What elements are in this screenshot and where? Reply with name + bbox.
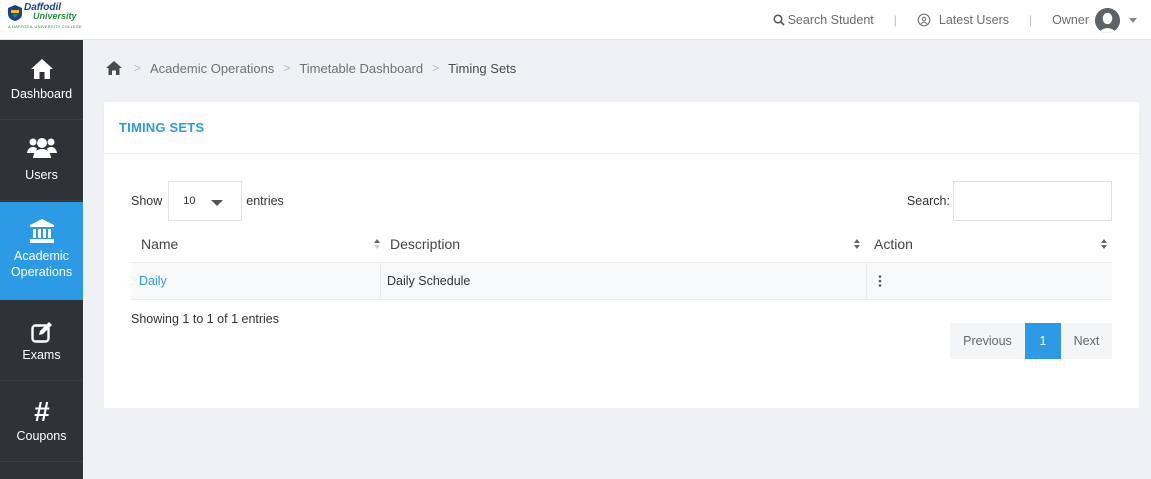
sidebar-item-label: Coupons bbox=[16, 429, 67, 443]
sort-icon bbox=[854, 239, 860, 249]
page-1-button[interactable]: 1 bbox=[1025, 323, 1061, 359]
avatar bbox=[1095, 7, 1120, 33]
owner-label: Owner bbox=[1052, 13, 1089, 27]
latest-users-label: Latest Users bbox=[938, 13, 1010, 27]
column-header-name[interactable]: Name bbox=[141, 227, 178, 261]
page-size-select[interactable]: 10 bbox=[168, 181, 243, 221]
search-label: Search: bbox=[906, 194, 950, 208]
entries-label: entries bbox=[246, 194, 284, 208]
timing-sets-panel: Show 10 entries Search: Name Description… bbox=[104, 153, 1139, 408]
bank-icon bbox=[29, 219, 54, 243]
column-header-action[interactable]: Action bbox=[874, 227, 913, 261]
sidebar-item-academic-operations[interactable]: Academic Operations bbox=[0, 202, 83, 300]
sort-icon bbox=[374, 239, 380, 249]
breadcrumb-item-current: Timing Sets bbox=[448, 60, 517, 76]
cell-divider bbox=[866, 263, 867, 299]
search-icon bbox=[773, 14, 785, 26]
brand-tagline: A DAFFODIL UNIVERSITY COLLEGE bbox=[8, 24, 83, 29]
top-nav: Search Student | Latest Users | Owner bbox=[773, 0, 1151, 40]
home-icon bbox=[30, 59, 53, 79]
page-size-control: Show 10 entries bbox=[131, 181, 284, 221]
sidebar-item-coupons[interactable]: # Coupons bbox=[0, 382, 83, 462]
column-header-description[interactable]: Description bbox=[390, 227, 460, 261]
column-header-label: Name bbox=[141, 236, 179, 252]
breadcrumb-separator: > bbox=[432, 61, 440, 75]
clock-user-icon bbox=[917, 13, 931, 27]
sidebar-item-label: Users bbox=[25, 168, 58, 182]
sidebar-item-label: Exams bbox=[22, 348, 61, 362]
previous-page-button[interactable]: Previous bbox=[950, 323, 1025, 359]
edit-icon bbox=[30, 322, 52, 343]
sidebar: Dashboard Users Academic Operations Exam… bbox=[0, 40, 83, 479]
next-page-button[interactable]: Next bbox=[1061, 323, 1112, 359]
cell-description: Daily Schedule bbox=[387, 274, 471, 288]
sidebar-item-label: Dashboard bbox=[10, 87, 73, 101]
show-label: Show bbox=[131, 194, 163, 208]
top-bar: Daffodil University A DAFFODIL UNIVERSIT… bbox=[0, 0, 1151, 40]
sidebar-item-label: Operations bbox=[10, 265, 73, 279]
users-icon bbox=[26, 138, 57, 158]
breadcrumb-item-timetable-dashboard[interactable]: Timetable Dashboard bbox=[299, 61, 423, 76]
breadcrumb: > Academic Operations > Timetable Dashbo… bbox=[106, 58, 516, 78]
panel-header: TIMING SETS bbox=[104, 102, 1139, 153]
shield-logo-icon bbox=[8, 5, 22, 21]
cell-divider bbox=[380, 263, 381, 299]
breadcrumb-item-academic-operations[interactable]: Academic Operations bbox=[150, 61, 274, 76]
sidebar-item-dashboard[interactable]: Dashboard bbox=[0, 40, 83, 120]
timing-set-link[interactable]: Daily bbox=[139, 274, 167, 288]
table-search: Search: bbox=[907, 181, 1112, 221]
breadcrumb-separator: > bbox=[134, 61, 142, 75]
column-header-label: Description bbox=[390, 236, 461, 252]
nav-separator: | bbox=[893, 13, 897, 27]
sidebar-item-exams[interactable]: Exams bbox=[0, 301, 83, 381]
page-size-value: 10 bbox=[183, 195, 196, 207]
hash-icon: # bbox=[33, 396, 50, 427]
owner-menu[interactable]: Owner bbox=[1052, 7, 1137, 33]
page-title: TIMING SETS bbox=[119, 120, 205, 135]
timing-sets-table: Name Description Action Daily Daily Sche… bbox=[131, 227, 1112, 301]
home-icon[interactable] bbox=[106, 61, 122, 75]
search-input[interactable] bbox=[953, 181, 1112, 221]
search-student-label: Search Student bbox=[787, 13, 874, 27]
user-avatar-icon bbox=[1095, 7, 1120, 33]
more-options-icon[interactable] bbox=[878, 275, 882, 287]
column-header-label: Action bbox=[874, 236, 913, 252]
search-student-link[interactable]: Search Student bbox=[773, 13, 874, 27]
cell-name: Daily bbox=[139, 263, 167, 299]
sort-icon bbox=[1101, 239, 1107, 249]
dropdown-arrow-icon bbox=[211, 200, 224, 206]
table-row: Daily Daily Schedule bbox=[131, 262, 1112, 300]
sidebar-item-label: Academic bbox=[14, 249, 69, 263]
nav-separator: | bbox=[1029, 13, 1033, 27]
brand-subname: University bbox=[33, 11, 77, 21]
breadcrumb-separator: > bbox=[283, 61, 291, 75]
chevron-down-icon bbox=[1129, 17, 1137, 23]
pagination: Previous 1 Next bbox=[950, 323, 1112, 359]
latest-users-link[interactable]: Latest Users bbox=[917, 13, 1009, 27]
sidebar-item-users[interactable]: Users bbox=[0, 121, 83, 201]
table-info: Showing 1 to 1 of 1 entries bbox=[131, 312, 280, 326]
brand-logo[interactable]: Daffodil University A DAFFODIL UNIVERSIT… bbox=[6, 3, 86, 35]
